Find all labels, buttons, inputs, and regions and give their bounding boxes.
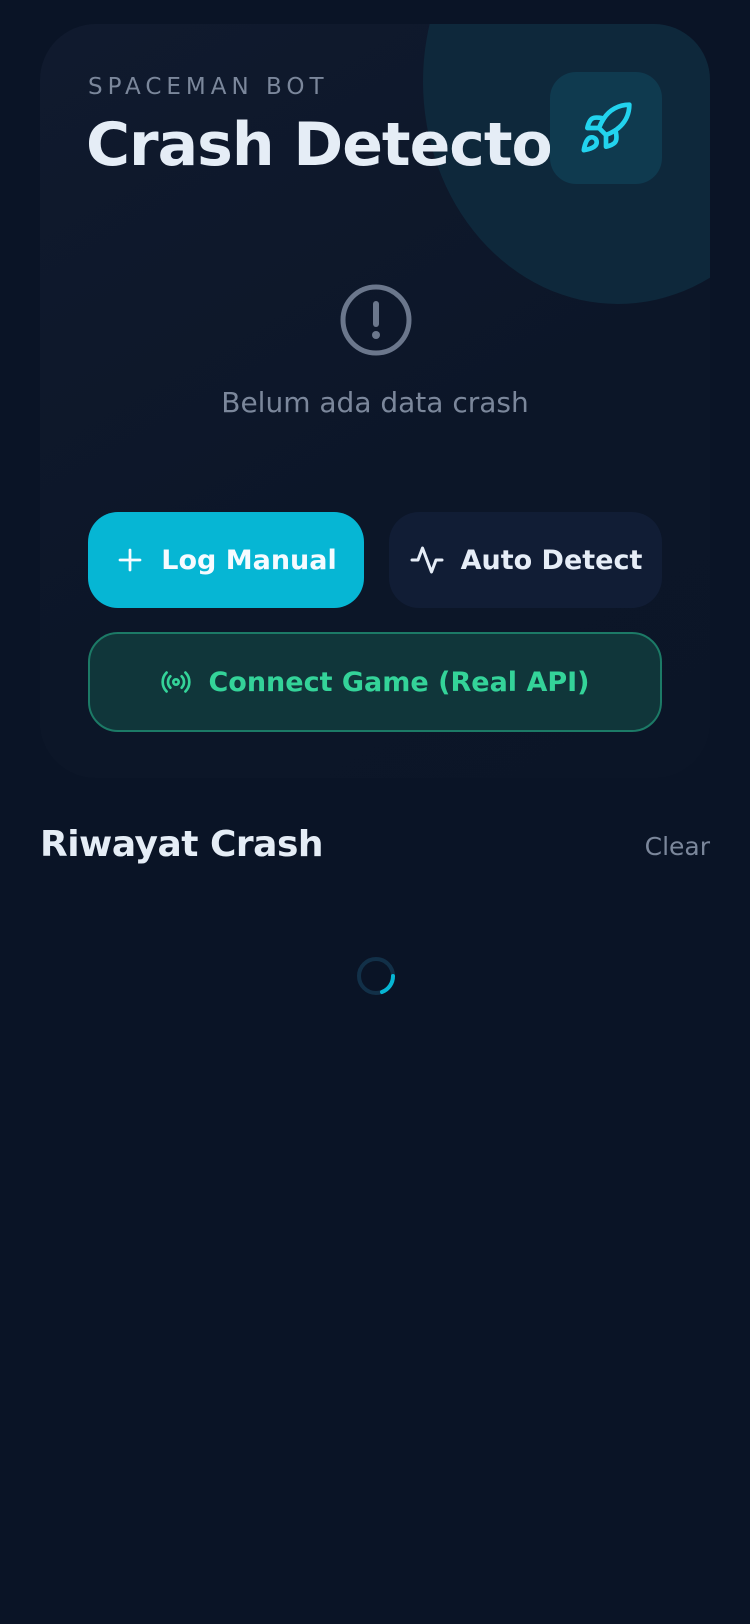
plus-icon [118, 548, 142, 572]
log-manual-button[interactable]: Log Manual [88, 512, 364, 608]
history-title: Riwayat Crash [40, 824, 324, 865]
clear-history-button[interactable]: Clear [645, 832, 710, 861]
broadcast-icon [161, 671, 192, 693]
app-subtitle: SPACEMAN BOT [88, 74, 329, 100]
app-screen: SPACEMAN BOT Crash Detector Belum ada da… [0, 0, 750, 1624]
loading-spinner [357, 957, 396, 995]
activity-icon [410, 546, 444, 574]
alert-circle-icon [340, 284, 412, 356]
log-manual-label: Log Manual [161, 544, 337, 576]
empty-state-message: Belum ada data crash [221, 386, 529, 419]
connect-game-label: Connect Game (Real API) [208, 666, 590, 698]
rocket-badge [550, 72, 662, 184]
page-title: Crash Detector [86, 110, 581, 180]
auto-detect-button[interactable]: Auto Detect [389, 512, 662, 608]
auto-detect-label: Auto Detect [460, 544, 643, 576]
rocket-icon [581, 102, 632, 153]
detector-card: SPACEMAN BOT Crash Detector Belum ada da… [40, 24, 710, 778]
connect-game-button[interactable]: Connect Game (Real API) [88, 632, 662, 732]
